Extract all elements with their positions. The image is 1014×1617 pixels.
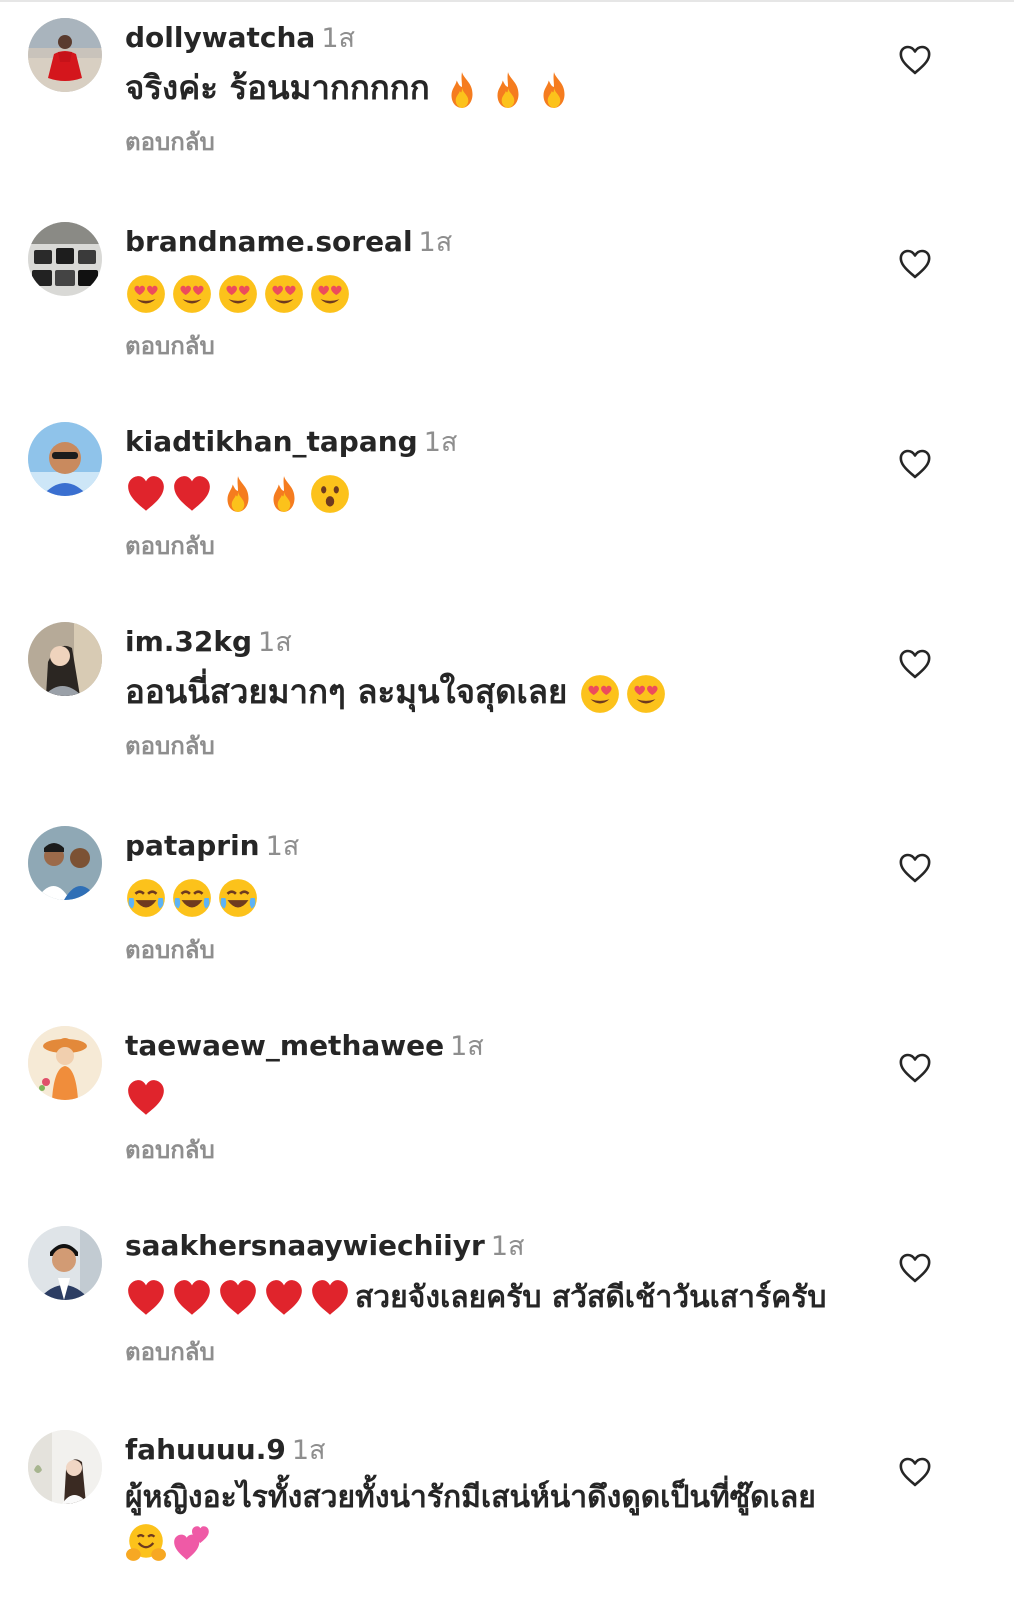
fire-emoji-icon — [533, 69, 575, 111]
red-heart-emoji-icon — [217, 1277, 259, 1319]
red-heart-emoji-icon — [125, 1277, 167, 1319]
heart-outline-icon[interactable] — [898, 852, 932, 884]
heart-eyes-emoji-icon — [217, 273, 259, 315]
comment-text — [125, 468, 885, 516]
comment-item: kiadtikhan_tapang 1ส ตอบกลับ — [0, 404, 1014, 604]
fire-emoji-icon — [487, 69, 529, 111]
fire-emoji-icon — [217, 473, 259, 515]
red-heart-emoji-icon — [125, 1077, 167, 1119]
comment-item: im.32kg 1ส ออนนี่สวยมากๆ ละมุนใจสุดเลย ตอ… — [0, 604, 1014, 804]
timestamp: 1ส — [258, 627, 292, 658]
red-heart-emoji-icon — [309, 1277, 351, 1319]
emoji-group — [125, 473, 355, 515]
username[interactable]: fahuuuu.9 — [125, 1433, 286, 1466]
comment-item: brandname.soreal 1ส ตอบกลับ — [0, 204, 1014, 404]
comment-message: ผู้หญิงอะไรทั้งสวยทั้งน่ารักมีเสน่ห์น่าด… — [125, 1480, 816, 1515]
timestamp: 1ส — [418, 227, 453, 258]
avatar[interactable] — [28, 18, 102, 92]
comment-text — [125, 268, 885, 316]
red-heart-emoji-icon — [263, 1277, 305, 1319]
comment-item: taewaew_methawee 1ส ตอบกลับ — [0, 1008, 1014, 1208]
avatar[interactable] — [28, 1430, 102, 1504]
heart-eyes-emoji-icon — [579, 673, 621, 715]
comment-text: ผู้หญิงอะไรทั้งสวยทั้งน่ารักมีเสน่ห์น่าด… — [125, 1476, 885, 1564]
heart-outline-icon[interactable] — [898, 248, 932, 280]
comment-text — [125, 1072, 885, 1120]
red-heart-emoji-icon — [125, 473, 167, 515]
emoji-group — [125, 877, 263, 919]
comment-item: saakhersnaaywiechiiyr 1ส สวยจังเลยครับ สว… — [0, 1208, 1014, 1408]
avatar[interactable] — [28, 622, 102, 696]
heart-outline-icon[interactable] — [898, 1252, 932, 1284]
tears-of-joy-emoji-icon — [217, 877, 259, 919]
reply-button[interactable]: ตอบกลับ — [125, 1130, 885, 1169]
emoji-group — [441, 69, 579, 111]
fire-emoji-icon — [441, 69, 483, 111]
heart-eyes-emoji-icon — [625, 673, 667, 715]
timestamp: 1ส — [265, 831, 300, 862]
two-hearts-emoji-icon — [171, 1522, 213, 1564]
heart-eyes-emoji-icon — [309, 273, 351, 315]
emoji-group — [579, 673, 671, 715]
avatar[interactable] — [28, 1026, 102, 1100]
emoji-group — [125, 273, 355, 315]
heart-outline-icon[interactable] — [898, 1052, 932, 1084]
comment-message: จริงค่ะ ร้อนมากกกกก — [125, 68, 430, 107]
heart-eyes-emoji-icon — [263, 273, 305, 315]
heart-eyes-emoji-icon — [171, 273, 213, 315]
emoji-group — [125, 1077, 171, 1119]
reply-button[interactable]: ตอบกลับ — [125, 726, 885, 765]
red-heart-emoji-icon — [171, 473, 213, 515]
username[interactable]: im.32kg — [125, 625, 252, 658]
emoji-group — [125, 1277, 355, 1319]
timestamp: 1ส — [490, 1231, 525, 1262]
comment-text: ออนนี่สวยมากๆ ละมุนใจสุดเลย — [125, 668, 885, 716]
tears-of-joy-emoji-icon — [125, 877, 167, 919]
timestamp: 1ส — [291, 1435, 326, 1466]
heart-eyes-emoji-icon — [125, 273, 167, 315]
comment-text: จริงค่ะ ร้อนมากกกกก — [125, 64, 885, 112]
reply-button[interactable]: ตอบกลับ — [125, 526, 885, 565]
comment-text: สวยจังเลยครับ สวัสดีเช้าวันเสาร์ครับ — [125, 1272, 885, 1322]
comment-message: ออนนี่สวยมากๆ ละมุนใจสุดเลย — [125, 672, 568, 711]
username[interactable]: pataprin — [125, 829, 260, 862]
avatar[interactable] — [28, 422, 102, 496]
reply-button[interactable]: ตอบกลับ — [125, 930, 885, 969]
comment-item: fahuuuu.9 1ส ผู้หญิงอะไรทั้งสวยทั้งน่ารัก… — [0, 1412, 1014, 1612]
reply-button[interactable]: ตอบกลับ — [125, 326, 885, 365]
avatar[interactable] — [28, 222, 102, 296]
hugging-face-emoji-icon — [125, 1522, 167, 1564]
timestamp: 1ส — [423, 427, 458, 458]
heart-outline-icon[interactable] — [898, 1456, 932, 1488]
timestamp: 1ส — [321, 23, 355, 54]
tears-of-joy-emoji-icon — [171, 877, 213, 919]
username[interactable]: saakhersnaaywiechiiyr — [125, 1229, 485, 1262]
comment-item: dollywatcha 1ส จริงค่ะ ร้อนมากกกกก ตอบกลั… — [0, 0, 1014, 200]
username[interactable]: brandname.soreal — [125, 225, 413, 258]
avatar[interactable] — [28, 1226, 102, 1300]
surprised-face-emoji-icon — [309, 473, 351, 515]
comment-message: สวยจังเลยครับ สวัสดีเช้าวันเสาร์ครับ — [355, 1280, 827, 1315]
emoji-group — [125, 1522, 217, 1564]
heart-outline-icon[interactable] — [898, 44, 932, 76]
username[interactable]: dollywatcha — [125, 21, 315, 54]
timestamp: 1ส — [450, 1031, 484, 1062]
comment-text — [125, 872, 885, 920]
heart-outline-icon[interactable] — [898, 648, 932, 680]
reply-button[interactable]: ตอบกลับ — [125, 1332, 885, 1371]
heart-outline-icon[interactable] — [898, 448, 932, 480]
username[interactable]: taewaew_methawee — [125, 1029, 444, 1062]
avatar[interactable] — [28, 826, 102, 900]
reply-button[interactable]: ตอบกลับ — [125, 122, 885, 161]
comment-item: pataprin 1ส ตอบกลับ — [0, 808, 1014, 1008]
fire-emoji-icon — [263, 473, 305, 515]
red-heart-emoji-icon — [171, 1277, 213, 1319]
username[interactable]: kiadtikhan_tapang — [125, 425, 418, 458]
